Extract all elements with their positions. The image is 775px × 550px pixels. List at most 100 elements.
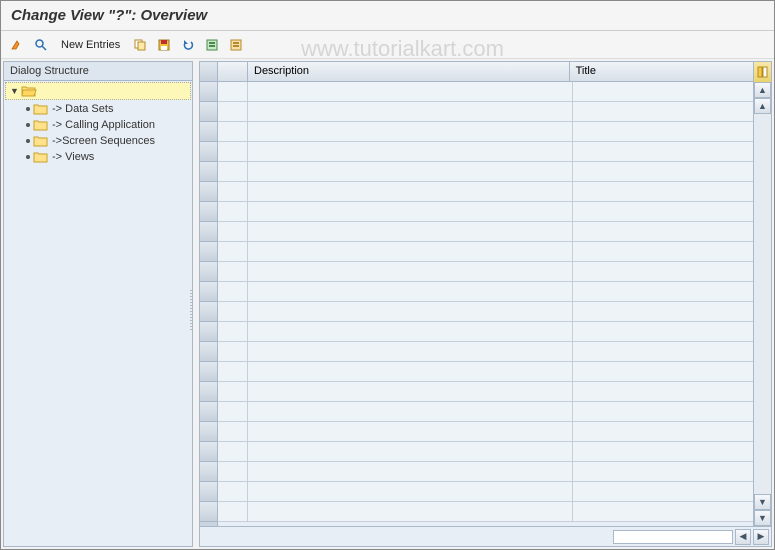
row-selector[interactable] xyxy=(200,462,217,482)
row-selector[interactable] xyxy=(200,142,217,162)
scroll-left-button[interactable]: ◀ xyxy=(735,529,751,545)
table-row[interactable] xyxy=(218,82,753,102)
cell[interactable] xyxy=(248,202,573,221)
row-selector[interactable] xyxy=(200,122,217,142)
row-selector[interactable] xyxy=(200,282,217,302)
vertical-scrollbar[interactable]: ▲ ▲ ▼ ▼ xyxy=(753,82,771,526)
cell[interactable] xyxy=(248,382,573,401)
table-row[interactable] xyxy=(218,482,753,502)
row-selector[interactable] xyxy=(200,242,217,262)
cell[interactable] xyxy=(218,222,248,241)
table-row[interactable] xyxy=(218,102,753,122)
row-selector[interactable] xyxy=(200,342,217,362)
select-all-button[interactable] xyxy=(202,35,222,55)
cell[interactable] xyxy=(248,342,573,361)
cell[interactable] xyxy=(218,482,248,501)
row-selector[interactable] xyxy=(200,502,217,522)
cell[interactable] xyxy=(248,242,573,261)
column-header-blank[interactable] xyxy=(218,62,248,81)
table-row[interactable] xyxy=(218,162,753,182)
cell[interactable] xyxy=(218,142,248,161)
row-selector[interactable] xyxy=(200,402,217,422)
cell[interactable] xyxy=(248,182,573,201)
cell[interactable] xyxy=(573,442,753,461)
tree-item-calling-application[interactable]: -> Calling Application xyxy=(4,117,192,133)
cell[interactable] xyxy=(218,262,248,281)
cell[interactable] xyxy=(248,222,573,241)
cell[interactable] xyxy=(573,382,753,401)
row-selector[interactable] xyxy=(200,182,217,202)
row-selector[interactable] xyxy=(200,262,217,282)
cell[interactable] xyxy=(248,442,573,461)
configure-columns-button[interactable] xyxy=(753,62,771,82)
table-row[interactable] xyxy=(218,242,753,262)
table-row[interactable] xyxy=(218,262,753,282)
scroll-right-button[interactable]: ▶ xyxy=(753,529,769,545)
table-row[interactable] xyxy=(218,402,753,422)
new-entries-button[interactable]: New Entries xyxy=(55,37,126,53)
table-row[interactable] xyxy=(218,362,753,382)
tree-item-views[interactable]: -> Views xyxy=(4,149,192,165)
row-selector[interactable] xyxy=(200,422,217,442)
cell[interactable] xyxy=(218,502,248,521)
undo-button[interactable] xyxy=(178,35,198,55)
cell[interactable] xyxy=(573,322,753,341)
row-selector[interactable] xyxy=(200,202,217,222)
cell[interactable] xyxy=(573,162,753,181)
cell[interactable] xyxy=(218,322,248,341)
cell[interactable] xyxy=(248,82,573,101)
tree-item-screen-sequences[interactable]: ->Screen Sequences xyxy=(4,133,192,149)
cell[interactable] xyxy=(248,502,573,521)
row-selector[interactable] xyxy=(200,162,217,182)
cell[interactable] xyxy=(218,382,248,401)
cell[interactable] xyxy=(218,442,248,461)
tree-root-node[interactable]: ▼ xyxy=(5,82,191,100)
table-row[interactable] xyxy=(218,382,753,402)
cell[interactable] xyxy=(218,342,248,361)
table-row[interactable] xyxy=(218,222,753,242)
table-row[interactable] xyxy=(218,142,753,162)
cell[interactable] xyxy=(218,202,248,221)
cell[interactable] xyxy=(248,322,573,341)
cell[interactable] xyxy=(248,362,573,381)
row-selector[interactable] xyxy=(200,82,217,102)
cell[interactable] xyxy=(218,402,248,421)
select-all-corner[interactable] xyxy=(200,62,217,82)
cell[interactable] xyxy=(573,422,753,441)
cell[interactable] xyxy=(248,402,573,421)
cell[interactable] xyxy=(248,282,573,301)
cell[interactable] xyxy=(248,302,573,321)
splitter-grip[interactable] xyxy=(190,290,192,330)
row-selector[interactable] xyxy=(200,362,217,382)
cell[interactable] xyxy=(573,302,753,321)
cell[interactable] xyxy=(218,122,248,141)
row-selector[interactable] xyxy=(200,322,217,342)
cell[interactable] xyxy=(248,142,573,161)
cell[interactable] xyxy=(218,362,248,381)
table-row[interactable] xyxy=(218,202,753,222)
cell[interactable] xyxy=(573,202,753,221)
deselect-all-button[interactable] xyxy=(226,35,246,55)
cell[interactable] xyxy=(573,262,753,281)
cell[interactable] xyxy=(218,302,248,321)
row-selector[interactable] xyxy=(200,382,217,402)
cell[interactable] xyxy=(218,162,248,181)
table-row[interactable] xyxy=(218,462,753,482)
cell[interactable] xyxy=(573,362,753,381)
cell[interactable] xyxy=(573,402,753,421)
expand-icon[interactable]: ▼ xyxy=(10,86,19,96)
save-button[interactable] xyxy=(154,35,174,55)
table-row[interactable] xyxy=(218,282,753,302)
cell[interactable] xyxy=(218,462,248,481)
table-row[interactable] xyxy=(218,322,753,342)
cell[interactable] xyxy=(573,282,753,301)
row-selector[interactable] xyxy=(200,222,217,242)
table-row[interactable] xyxy=(218,182,753,202)
cell[interactable] xyxy=(573,242,753,261)
table-row[interactable] xyxy=(218,342,753,362)
cell[interactable] xyxy=(218,242,248,261)
cell[interactable] xyxy=(573,462,753,481)
scroll-down-button[interactable]: ▼ xyxy=(754,510,771,526)
cell[interactable] xyxy=(573,182,753,201)
cell[interactable] xyxy=(218,182,248,201)
